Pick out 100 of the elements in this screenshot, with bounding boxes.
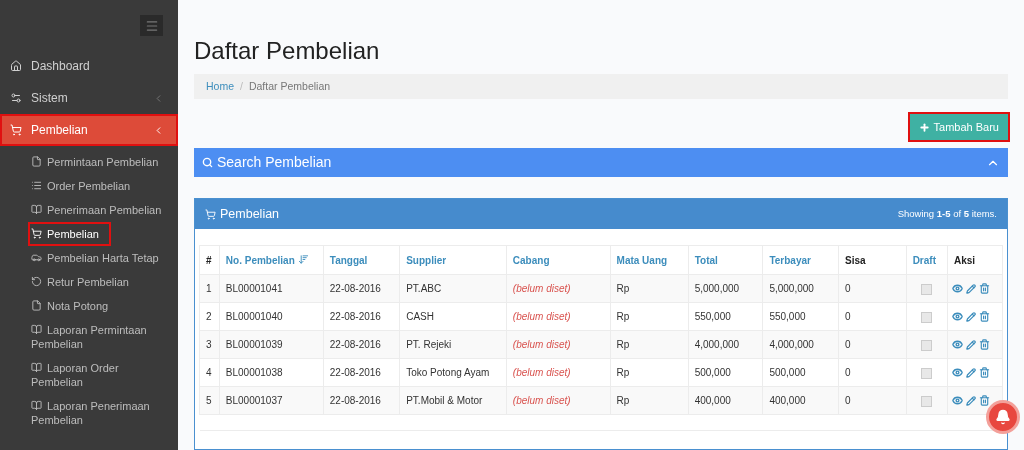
table-cell: 500,000	[688, 358, 763, 387]
table-cell: 5,000,000	[762, 274, 839, 303]
table-cell: BL00001037	[219, 386, 324, 415]
edit-icon[interactable]	[965, 367, 976, 378]
table-cell: 0	[838, 330, 907, 359]
delete-icon[interactable]	[978, 311, 990, 323]
table-cell: BL00001038	[219, 358, 324, 387]
submenu-item[interactable]: Retur Pembelian	[28, 270, 132, 294]
table-cell: Rp	[610, 302, 689, 331]
table-cell: 550,000	[688, 302, 763, 331]
submenu-item[interactable]: Laporan Order Pembelian	[28, 356, 174, 394]
table-cell: 0	[838, 274, 907, 303]
submenu-item[interactable]: Order Pembelian	[28, 174, 134, 198]
table-cell: (belum diset)	[506, 274, 611, 303]
table-cell: 3	[199, 330, 220, 359]
table-cell: 400,000	[762, 386, 839, 415]
submenu-item[interactable]: Laporan Permintaan Pembelian	[28, 318, 174, 356]
cart-icon	[10, 124, 22, 136]
delete-icon[interactable]	[978, 339, 990, 351]
column-header[interactable]: Cabang	[506, 245, 611, 275]
delete-icon[interactable]	[978, 367, 990, 379]
table-cell: Rp	[610, 358, 689, 387]
search-panel-title: Search Pembelian	[217, 153, 333, 173]
undo-icon	[31, 276, 42, 287]
view-icon[interactable]	[951, 283, 963, 295]
table-cell: Rp	[610, 274, 689, 303]
table-cell: 500,000	[762, 358, 839, 387]
table-cell: 2	[199, 302, 220, 331]
table-cell: CASH	[399, 302, 507, 331]
view-icon[interactable]	[951, 395, 963, 407]
document-icon	[31, 156, 42, 167]
menu-icon	[144, 18, 159, 33]
table-cell: 4,000,000	[688, 330, 763, 359]
table-cell: (belum diset)	[506, 302, 611, 331]
sort-icon	[297, 253, 309, 265]
view-icon[interactable]	[951, 367, 963, 379]
column-header[interactable]: Terbayar	[762, 245, 839, 275]
table-cell: Toko Potong Ayam	[399, 358, 507, 387]
table-cell: 0	[838, 302, 907, 331]
cart-icon	[31, 228, 42, 239]
column-header[interactable]: Tanggal	[323, 245, 400, 275]
edit-icon[interactable]	[965, 395, 976, 406]
submenu-item[interactable]: Nota Potong	[28, 294, 112, 318]
table-cell: (belum diset)	[506, 386, 611, 415]
table-cell: BL00001041	[219, 274, 324, 303]
column-header[interactable]: Supplier	[399, 245, 507, 275]
breadcrumb-current: Daftar Pembelian	[248, 78, 331, 94]
column-header: #	[199, 245, 220, 275]
delete-icon[interactable]	[978, 283, 990, 295]
column-header: Aksi	[947, 245, 1003, 275]
book-icon	[31, 362, 42, 373]
table-cell: 4	[199, 358, 220, 387]
table-cell: PT.Mobil & Motor	[399, 386, 507, 415]
edit-icon[interactable]	[965, 283, 976, 294]
view-icon[interactable]	[951, 311, 963, 323]
column-header[interactable]: Draft	[906, 245, 948, 275]
edit-icon[interactable]	[965, 339, 976, 350]
plus-icon	[918, 121, 930, 133]
table-cell: 5	[199, 386, 220, 415]
search-icon	[202, 157, 213, 169]
table-cell: PT.ABC	[399, 274, 507, 303]
breadcrumb-link[interactable]: Home	[206, 78, 234, 95]
table-cell: 22-08-2016	[323, 274, 400, 303]
submenu-item[interactable]: Pembelian Harta Tetap	[28, 246, 162, 270]
table-cell: (belum diset)	[506, 358, 611, 387]
table-panel-title: Pembelian	[220, 205, 281, 223]
page-title: Daftar Pembelian	[194, 36, 380, 66]
book-icon	[31, 324, 42, 335]
table-cell: BL00001040	[219, 302, 324, 331]
submenu-item[interactable]: Laporan Penerimaan Pembelian	[28, 394, 174, 432]
table-cell: 22-08-2016	[323, 358, 400, 387]
delete-icon[interactable]	[978, 395, 990, 407]
column-header[interactable]: No. Pembelian	[219, 245, 324, 275]
items-summary: Showing 1-5 of 5 items.	[897, 207, 997, 222]
table-cell: 400,000	[688, 386, 763, 415]
column-header: Sisa	[838, 245, 907, 275]
column-header[interactable]: Total	[688, 245, 763, 275]
table-cell: Rp	[610, 330, 689, 359]
cart-icon	[205, 208, 216, 220]
menu-toggle-button[interactable]	[140, 15, 163, 36]
bell-icon	[995, 409, 1011, 425]
table-cell: 0	[838, 358, 907, 387]
table-cell: 4,000,000	[762, 330, 839, 359]
sidebar-item[interactable]: Dashboard	[0, 50, 178, 82]
view-icon[interactable]	[951, 339, 963, 351]
home-icon	[10, 60, 22, 72]
table-cell: 1	[199, 274, 220, 303]
sidebar-item[interactable]: Pembelian	[0, 114, 178, 146]
car-icon	[31, 252, 42, 263]
sidebar-item[interactable]: Sistem	[0, 82, 178, 114]
table-cell: 550,000	[762, 302, 839, 331]
search-panel-header[interactable]: Search Pembelian	[194, 148, 1008, 178]
submenu-item[interactable]: Permintaan Pembelian	[28, 150, 162, 174]
breadcrumb-separator: /	[240, 78, 243, 94]
table-cell: BL00001039	[219, 330, 324, 359]
submenu-item[interactable]: Pembelian	[28, 222, 111, 246]
table-cell: 22-08-2016	[323, 386, 400, 415]
edit-icon[interactable]	[965, 311, 976, 322]
column-header[interactable]: Mata Uang	[610, 245, 689, 275]
submenu-item[interactable]: Penerimaan Pembelian	[28, 198, 165, 222]
